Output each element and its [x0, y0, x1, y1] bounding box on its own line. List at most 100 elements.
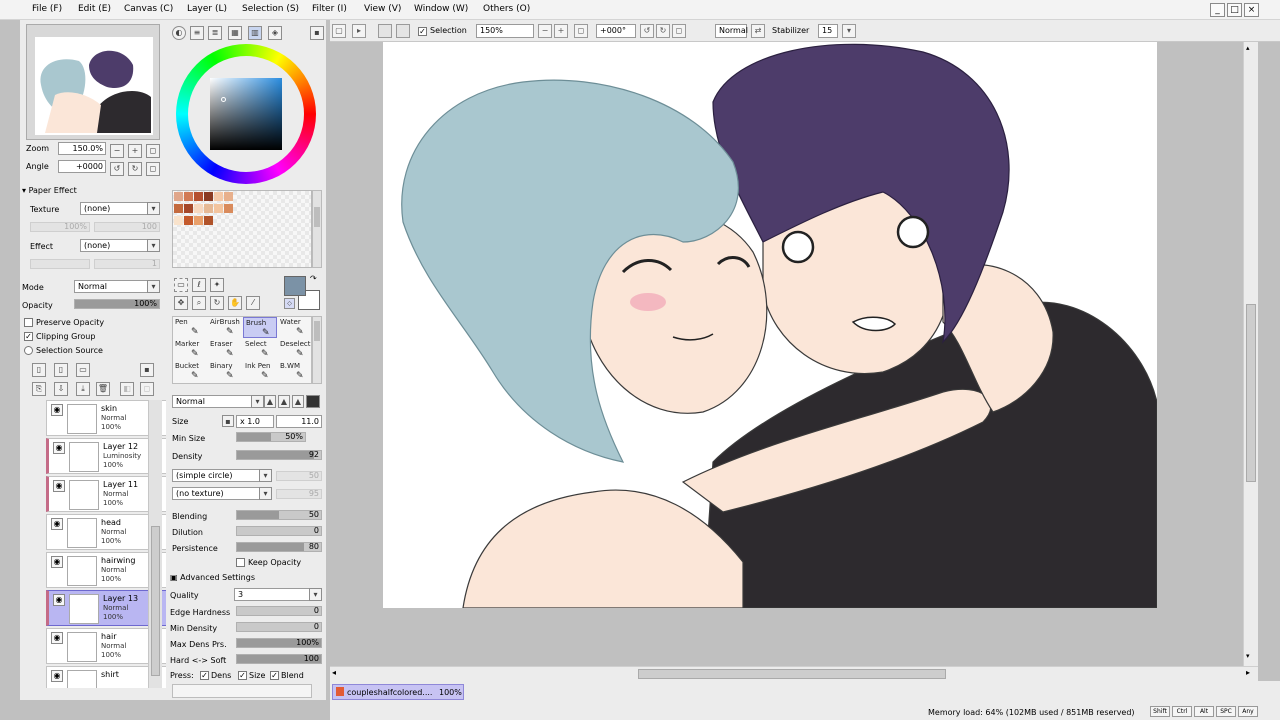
nav-angle-field[interactable]: +0000 — [58, 160, 106, 173]
effect-strength-bar[interactable]: 1 — [94, 259, 160, 269]
menu-file[interactable]: File (F) — [32, 4, 62, 14]
layer-mode-select[interactable]: Normal — [74, 280, 148, 293]
color-swatch[interactable] — [184, 204, 193, 213]
eye-icon[interactable]: ◉ — [53, 442, 65, 454]
layer-scrollbar[interactable] — [148, 400, 162, 688]
size-multiplier-field[interactable]: x 1.0 — [236, 415, 274, 428]
clipping-group-checkbox[interactable]: ✓ — [24, 332, 33, 341]
texture-strength-bar[interactable]: 100 — [94, 222, 160, 232]
document-tab[interactable]: coupleshalfcolored.... 100% — [332, 684, 464, 700]
brush-shape-soft-icon[interactable]: ▲ — [292, 395, 304, 408]
effect-select[interactable]: (none) — [80, 239, 148, 252]
texture-scale-bar[interactable]: 100% — [30, 222, 90, 232]
menu-others[interactable]: Others (O) — [483, 4, 530, 14]
press-blend-checkbox[interactable]: ✓ — [270, 671, 279, 680]
magic-wand-icon[interactable]: ✦ — [210, 278, 224, 292]
transfer-down-icon[interactable]: ⤓ — [76, 382, 90, 396]
tool-eraser[interactable]: Eraser ✎ — [208, 339, 242, 360]
color-swatch[interactable] — [174, 216, 183, 225]
tool-brush[interactable]: Brush ✎ — [243, 317, 277, 338]
zoom-out-icon[interactable]: − — [538, 24, 552, 38]
pointer-icon[interactable]: ▸ — [352, 24, 366, 38]
color-swatch[interactable] — [204, 192, 213, 201]
color-swatch[interactable] — [194, 192, 203, 201]
color-swatch[interactable] — [224, 192, 233, 201]
brush-shape-strength-bar[interactable]: 50 — [276, 471, 322, 481]
brush-size-field[interactable]: 11.0 — [276, 415, 322, 428]
color-swatch[interactable] — [174, 192, 183, 201]
zoom-field[interactable]: 150% — [476, 24, 534, 38]
layer-panel-menu-icon[interactable]: ▪ — [140, 363, 154, 377]
press-size-checkbox[interactable]: ✓ — [238, 671, 247, 680]
maximize-button[interactable]: □ — [1227, 3, 1242, 17]
hsv-tab-icon[interactable]: ≣ — [208, 26, 222, 40]
color-wheel-tab-icon[interactable]: ◐ — [172, 26, 186, 40]
texture-select[interactable]: (none) — [80, 202, 148, 215]
palette-tab-icon[interactable]: ▦ — [228, 26, 242, 40]
lasso-icon[interactable]: ℓ — [192, 278, 206, 292]
scroll-left-icon[interactable]: ◂ — [332, 668, 336, 677]
select-all-icon[interactable] — [378, 24, 392, 38]
brush-blend-mode-select[interactable]: Normal — [172, 395, 252, 408]
color-swatch[interactable] — [204, 204, 213, 213]
eye-icon[interactable]: ◉ — [51, 556, 63, 568]
view-mode-field[interactable]: Normal — [715, 24, 748, 38]
quality-dropdown-icon[interactable]: ▾ — [309, 588, 322, 601]
transparent-color-icon[interactable]: ◇ — [284, 298, 295, 309]
color-panel-menu-icon[interactable]: ▪ — [310, 26, 324, 40]
deselect-icon[interactable] — [396, 24, 410, 38]
tool-airbrush[interactable]: AirBrush ✎ — [208, 317, 242, 338]
rotate-icon[interactable]: ↻ — [210, 296, 224, 310]
brush-size-presets[interactable] — [172, 684, 312, 698]
max-dens-slider[interactable]: 100% — [236, 638, 322, 648]
tool-water[interactable]: Water ✎ — [278, 317, 312, 338]
eye-icon[interactable]: ◉ — [53, 594, 65, 606]
merge-down-icon[interactable]: ⇩ — [54, 382, 68, 396]
tool-scrollbar[interactable] — [312, 316, 322, 384]
quality-select[interactable]: 3 — [234, 588, 310, 601]
edge-hardness-slider[interactable]: 0 — [236, 606, 322, 616]
preserve-opacity-checkbox[interactable] — [24, 318, 33, 327]
tool-marker[interactable]: Marker ✎ — [173, 339, 207, 360]
color-swatch[interactable] — [224, 204, 233, 213]
eye-icon[interactable]: ◉ — [51, 632, 63, 644]
brush-texture-strength-bar[interactable]: 95 — [276, 489, 322, 499]
menu-edit[interactable]: Edit (E) — [78, 4, 111, 14]
hand-icon[interactable]: ✋ — [228, 296, 242, 310]
nav-zoom-out-icon[interactable]: − — [110, 144, 124, 158]
navigator-preview[interactable] — [26, 24, 160, 140]
eye-icon[interactable]: ◉ — [53, 480, 65, 492]
color-wheel[interactable] — [176, 44, 316, 184]
color-swatch[interactable] — [194, 204, 203, 213]
angle-field[interactable]: +000° — [596, 24, 636, 38]
density-slider[interactable]: 92 — [236, 450, 322, 460]
nav-rotate-right-icon[interactable]: ↻ — [128, 162, 142, 176]
eye-icon[interactable]: ◉ — [51, 670, 63, 682]
stabilizer-dropdown-icon[interactable]: ▾ — [842, 24, 856, 38]
swatches-tab-icon[interactable]: ▥ — [248, 26, 262, 40]
menu-filter[interactable]: Filter (I) — [312, 4, 347, 14]
new-linework-layer-icon[interactable]: ▯ — [54, 363, 68, 377]
close-button[interactable]: × — [1244, 3, 1259, 17]
nav-rotate-reset-icon[interactable]: ◻ — [146, 162, 160, 176]
effect-width-bar[interactable] — [30, 259, 90, 269]
brush-shape-dropdown-icon[interactable]: ▾ — [259, 469, 272, 482]
tool-ink-pen[interactable]: Ink Pen ✎ — [243, 361, 277, 382]
brush-shape-select[interactable]: (simple circle) — [172, 469, 260, 482]
rotate-left-icon[interactable]: ↺ — [640, 24, 654, 38]
keep-opacity-checkbox[interactable] — [236, 558, 245, 567]
rotate-reset-icon[interactable]: ◻ — [672, 24, 686, 38]
move-icon[interactable]: ✥ — [174, 296, 188, 310]
hard-soft-slider[interactable]: 100 — [236, 654, 322, 664]
zoom-reset-icon[interactable]: ◻ — [574, 24, 588, 38]
saturation-value-square[interactable] — [210, 78, 282, 150]
drawing-canvas[interactable] — [383, 42, 1157, 608]
horizontal-scrollbar[interactable]: ◂ ▸ — [330, 666, 1258, 681]
canvas-icon[interactable]: ▢ — [332, 24, 346, 38]
color-swatch[interactable] — [194, 216, 203, 225]
press-dens-checkbox[interactable]: ✓ — [200, 671, 209, 680]
nav-rotate-left-icon[interactable]: ↺ — [110, 162, 124, 176]
brush-shape-medium-icon[interactable]: ▲ — [278, 395, 290, 408]
min-density-slider[interactable]: 0 — [236, 622, 322, 632]
tool-b-wm[interactable]: B.WM ✎ — [278, 361, 312, 382]
